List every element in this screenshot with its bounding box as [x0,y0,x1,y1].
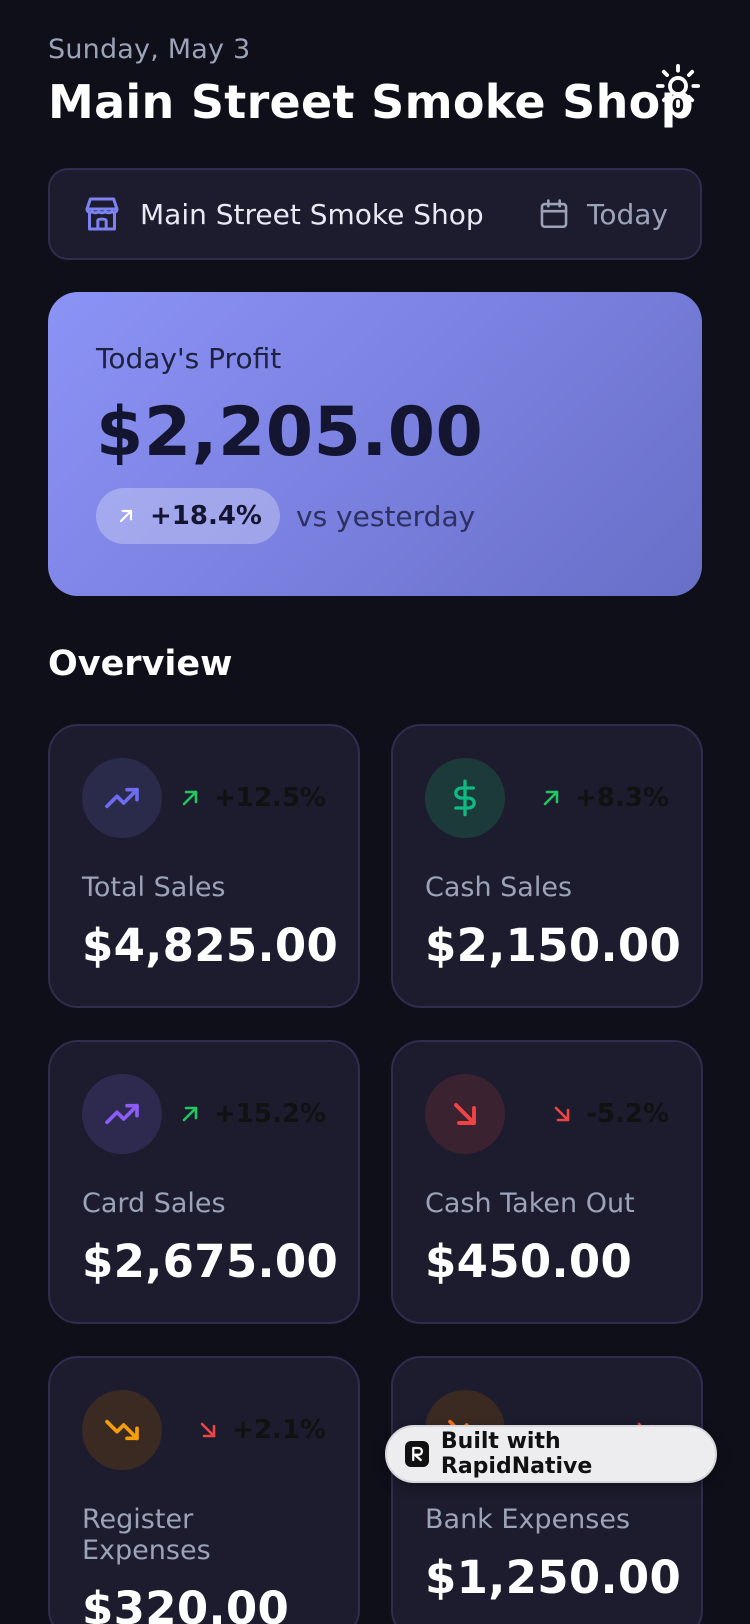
change-value: +15.2% [214,1099,326,1129]
change-value: +8.3% [575,783,669,813]
stat-card-register-expenses[interactable]: +2.1% Register Expenses $320.00 [48,1356,360,1624]
change-indicator: +2.1% [196,1415,326,1445]
arrow-down-right-icon [200,1422,216,1438]
stat-card-card-sales[interactable]: +15.2% Card Sales $2,675.00 [48,1040,360,1324]
store-icon [85,197,119,231]
change-value: +12.5% [214,783,326,813]
stat-card-bank-expenses[interactable]: Bank Expenses $1,250.00 [391,1356,703,1624]
change-indicator: -5.2% [550,1099,669,1129]
dashboard-screen: Sunday, May 3 Main Street Smoke Shop Mai… [0,0,750,1624]
page-title: Main Street Smoke Shop [48,75,694,129]
trending-down-icon [82,1390,162,1470]
profit-card: Today's Profit $2,205.00 +18.4% vs yeste… [48,292,702,596]
rapidnative-logo-icon [405,1441,429,1467]
stat-card-cash-taken-out[interactable]: -5.2% Cash Taken Out $450.00 [391,1040,703,1324]
current-date: Sunday, May 3 [48,34,251,65]
card-value: $2,675.00 [82,1235,339,1288]
profit-comparison: vs yesterday [296,499,476,533]
dollar-icon [425,758,505,838]
arrow-up-right-icon [543,790,559,806]
overview-title: Overview [48,644,233,684]
profit-trend: +18.4% vs yesterday [96,488,654,544]
change-indicator: +8.3% [539,783,669,813]
profit-value: $2,205.00 [96,393,484,472]
card-label: Bank Expenses [425,1504,631,1535]
card-value: $320.00 [82,1582,290,1624]
badge-text: Built with RapidNative [440,1429,593,1479]
arrow-down-right-icon [425,1074,505,1154]
built-with-badge[interactable]: Built with RapidNative [385,1425,717,1483]
card-value: $2,150.00 [425,919,682,972]
trending-up-icon [82,1074,162,1154]
store-name: Main Street Smoke Shop [140,197,484,231]
arrow-up-right-icon [182,790,198,806]
card-label: Card Sales [82,1188,226,1219]
change-indicator: +12.5% [178,783,326,813]
card-value: $450.00 [425,1235,633,1288]
change-indicator: +15.2% [178,1099,326,1129]
date-range-picker[interactable]: Today [537,197,668,231]
card-label: Total Sales [82,872,226,903]
arrow-up-right-icon [182,1106,198,1122]
card-label: Cash Sales [425,872,573,903]
header: Sunday, May 3 Main Street Smoke Shop [48,34,702,144]
arrow-up-right-icon [119,509,133,523]
stat-card-cash-sales[interactable]: +8.3% Cash Sales $2,150.00 [391,724,703,1008]
change-value: +2.1% [232,1415,326,1445]
profit-change-badge: +18.4% [96,488,280,544]
date-range-label: Today [587,197,668,231]
store-selector[interactable]: Main Street Smoke Shop Today [48,168,702,260]
theme-toggle-button[interactable] [652,60,704,112]
profit-label: Today's Profit [96,342,282,375]
card-label: Register Expenses [82,1504,211,1566]
trending-up-icon [82,758,162,838]
card-label: Cash Taken Out [425,1188,635,1219]
sun-icon [655,63,701,109]
arrow-down-right-icon [554,1106,570,1122]
calendar-icon [540,199,568,229]
profit-change-value: +18.4% [150,501,262,531]
card-value: $4,825.00 [82,919,339,972]
change-value: -5.2% [586,1099,669,1129]
card-value: $1,250.00 [425,1551,682,1604]
stat-card-total-sales[interactable]: +12.5% Total Sales $4,825.00 [48,724,360,1008]
